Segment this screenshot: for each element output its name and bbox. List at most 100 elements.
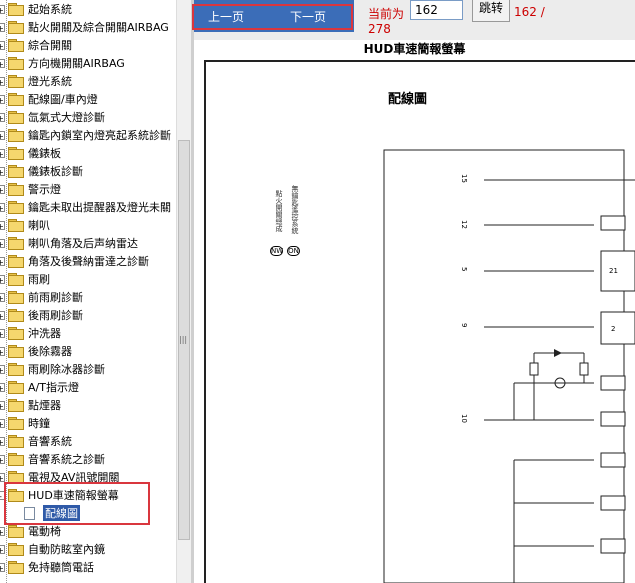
tree-item-key-reminder[interactable]: + 鑰匙未取出提醒器及燈光未關 — [0, 198, 171, 216]
folder-icon — [8, 255, 24, 268]
tree-item-horn-sonar[interactable]: + 喇叭角落及后声纳雷达 — [0, 234, 138, 252]
tree-item-horn[interactable]: + 喇叭 — [0, 216, 50, 234]
tree-label: 後除霧器 — [28, 345, 72, 358]
resistor-2 — [579, 362, 589, 376]
tree-label: 綜合開關 — [28, 39, 72, 52]
tree-item-cigarette-lighter[interactable]: + 點煙器 — [0, 396, 61, 414]
expand-icon[interactable]: + — [0, 256, 5, 267]
tree-item-washer[interactable]: + 沖洗器 — [0, 324, 61, 342]
tree-label: 方向機開關AIRBAG — [28, 57, 125, 70]
connector-2 — [600, 311, 635, 345]
expand-icon[interactable]: + — [0, 220, 5, 231]
current-page-label: 当前为 — [368, 7, 405, 21]
folder-icon — [8, 525, 24, 538]
folder-icon — [8, 291, 24, 304]
folder-icon — [8, 381, 24, 394]
pin-9: 9 — [460, 323, 468, 328]
tree-label: 雨刷除冰器診斷 — [28, 363, 105, 376]
expand-icon[interactable]: + — [0, 364, 5, 375]
folder-icon — [8, 399, 24, 412]
tree-item-at-indicator[interactable]: + A/T指示燈 — [0, 378, 79, 396]
tree-item-key-lock[interactable]: + 鑰匙內鎖室內燈亮起系統診斷 — [0, 126, 171, 144]
tree-item-sonar-diag[interactable]: + 角落及後聲納雷達之診斷 — [0, 252, 149, 270]
expand-icon[interactable]: + — [0, 382, 5, 393]
tree-scrollbar[interactable]: ||| — [176, 0, 191, 583]
expand-icon[interactable]: + — [0, 40, 5, 51]
wiring-diagram — [383, 149, 635, 583]
tree-item-rear-defog[interactable]: + 後除霧器 — [0, 342, 72, 360]
tree-item-dashboard-diag[interactable]: + 儀錶板診斷 — [0, 162, 83, 180]
tree-item-audio[interactable]: + 音響系統 — [0, 432, 72, 450]
expand-icon[interactable]: + — [0, 238, 5, 249]
expand-icon[interactable]: + — [0, 562, 5, 573]
tree-item-interior-light[interactable]: + 配線圖/車內燈 — [0, 90, 98, 108]
expand-icon[interactable]: + — [0, 274, 5, 285]
page-number-input[interactable] — [410, 0, 463, 20]
expand-icon[interactable]: + — [0, 544, 5, 555]
folder-icon — [8, 561, 24, 574]
expand-icon[interactable]: + — [0, 328, 5, 339]
folder-icon — [8, 345, 24, 358]
expand-icon[interactable]: + — [0, 184, 5, 195]
tree-label: 沖洗器 — [28, 327, 61, 340]
tree-item-lighting[interactable]: + 燈光系統 — [0, 72, 72, 90]
folder-icon — [8, 75, 24, 88]
tree-label: 喇叭角落及后声纳雷达 — [28, 237, 138, 250]
expand-icon[interactable]: + — [0, 94, 5, 105]
expand-icon[interactable]: + — [0, 76, 5, 87]
expand-icon[interactable]: + — [0, 4, 5, 15]
tree-item-dashboard[interactable]: + 儀錶板 — [0, 144, 61, 162]
pin-12: 12 — [460, 220, 468, 229]
expand-icon[interactable]: + — [0, 310, 5, 321]
tree-label: 雨刷 — [28, 273, 50, 286]
tree-item-anti-glare-mirror[interactable]: + 自動防眩室內鏡 — [0, 540, 105, 558]
tree-item-front-wiper[interactable]: + 前雨刷診斷 — [0, 288, 83, 306]
tree-label: 起始系統 — [28, 3, 72, 16]
diode-icon — [554, 349, 562, 357]
expand-icon[interactable]: + — [0, 436, 5, 447]
connector-d — [600, 452, 626, 468]
expand-icon[interactable]: + — [0, 130, 5, 141]
expand-icon[interactable]: + — [0, 472, 5, 483]
expand-icon[interactable]: + — [0, 400, 5, 411]
tree-item-ignition[interactable]: + 點火開關及綜合開關AIRBAG — [0, 18, 169, 36]
tree-item-wiper[interactable]: + 雨刷 — [0, 270, 50, 288]
tree-label: 喇叭 — [28, 219, 50, 232]
expand-icon[interactable]: + — [0, 112, 5, 123]
tree-label: 點煙器 — [28, 399, 61, 412]
tree-label: A/T指示燈 — [28, 381, 79, 394]
folder-icon — [8, 237, 24, 250]
tree-label: 前雨刷診斷 — [28, 291, 83, 304]
connector-f — [600, 538, 626, 554]
tree-item-steering[interactable]: + 方向機開關AIRBAG — [0, 54, 125, 72]
tree-label: 儀錶板 — [28, 147, 61, 160]
expand-icon[interactable]: + — [0, 454, 5, 465]
tree-item-combo-switch[interactable]: + 綜合開關 — [0, 36, 72, 54]
folder-icon — [8, 219, 24, 232]
folder-icon — [8, 309, 24, 322]
connector-21 — [600, 250, 635, 292]
expand-icon[interactable]: + — [0, 526, 5, 537]
tree-item-audio-diag[interactable]: + 音響系統之診斷 — [0, 450, 105, 468]
expand-icon[interactable]: + — [0, 418, 5, 429]
jump-button[interactable]: 跳转 — [472, 0, 510, 22]
tree-item-handsfree-phone[interactable]: + 免持聽筒電話 — [0, 558, 94, 576]
tree-item-rear-wiper[interactable]: + 後雨刷診斷 — [0, 306, 83, 324]
expand-icon[interactable]: + — [0, 58, 5, 69]
tree-item-xenon[interactable]: + 氙氣式大燈診斷 — [0, 108, 105, 126]
expand-icon[interactable]: + — [0, 148, 5, 159]
expand-icon[interactable]: + — [0, 292, 5, 303]
expand-icon[interactable]: + — [0, 202, 5, 213]
expand-icon[interactable]: + — [0, 346, 5, 357]
tree-item-clock[interactable]: + 時鐘 — [0, 414, 50, 432]
tree-label: 鑰匙未取出提醒器及燈光未關 — [28, 201, 171, 214]
folder-icon — [8, 273, 24, 286]
tree-item-wiper-deicer[interactable]: + 雨刷除冰器診斷 — [0, 360, 105, 378]
expand-icon[interactable]: + — [0, 166, 5, 177]
tree-item-start-system[interactable]: + 起始系統 — [0, 0, 72, 18]
expand-icon[interactable]: + — [0, 22, 5, 33]
connector-a — [600, 215, 626, 231]
hud-highlight-box — [4, 482, 150, 525]
pin-10: 10 — [460, 414, 468, 423]
tree-item-warning-light[interactable]: + 警示燈 — [0, 180, 61, 198]
